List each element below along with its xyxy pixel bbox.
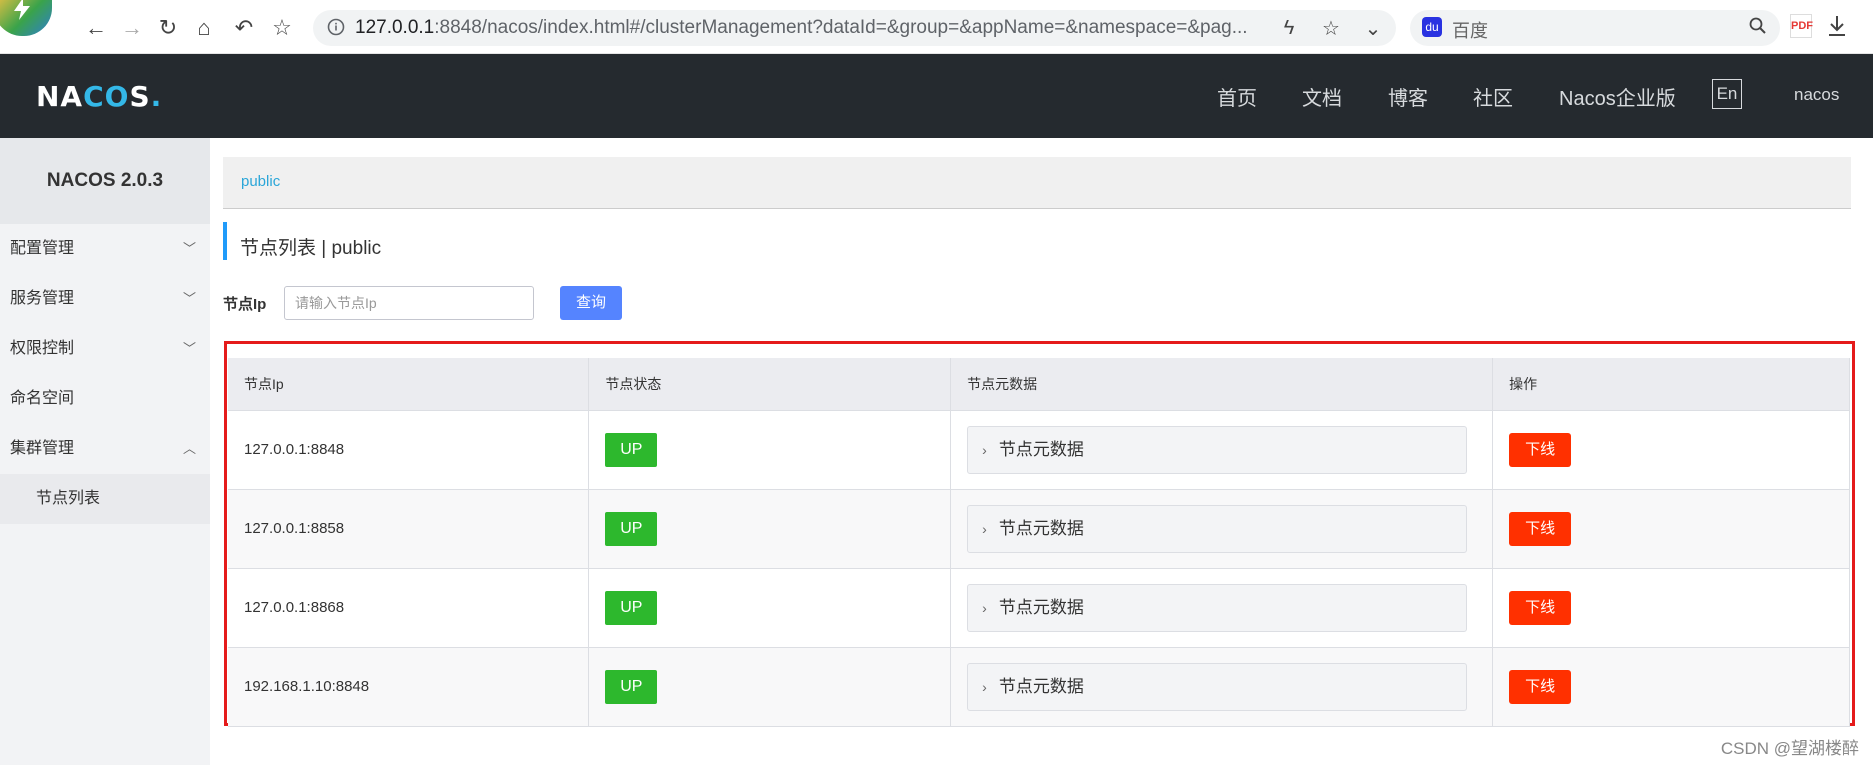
table-row: 127.0.0.1:8848 UP › 节点元数据 下线 [228,410,1850,490]
status-badge: UP [605,511,658,546]
browser-toolbar: ← → ↻ ⌂ ↶ ☆ 127.0.0.1:8848/nacos/index.h… [0,0,1873,54]
reload-icon[interactable]: ↻ [154,14,182,42]
version-label: NACOS 2.0.3 [0,138,210,224]
metadata-expander[interactable]: › 节点元数据 [967,504,1468,553]
filter-label: 节点Ip [223,296,267,313]
info-icon[interactable] [327,18,345,41]
column-header-metadata: 节点元数据 [950,358,1494,411]
chevron-down-icon[interactable]: ⌄ [1360,15,1386,41]
nav-docs[interactable]: 文档 [1302,82,1342,112]
status-badge: UP [605,669,658,704]
table-row: 127.0.0.1:8868 UP › 节点元数据 下线 [228,568,1850,648]
star-icon[interactable]: ☆ [268,14,296,42]
metadata-label: 节点元数据 [998,518,1084,538]
sidebar-item-config[interactable]: 配置管理 ﹀ [0,224,210,274]
lightning-icon[interactable]: ϟ [1276,15,1302,41]
metadata-label: 节点元数据 [998,676,1084,696]
chevron-down-icon: ﹀ [182,241,196,256]
status-badge: UP [605,432,658,467]
sidebar-item-service[interactable]: 服务管理 ﹀ [0,274,210,324]
sidebar-item-label: 命名空间 [10,390,75,407]
chevron-down-icon: ﹀ [182,291,196,306]
forward-icon[interactable]: → [118,14,146,42]
url-text: 127.0.0.1:8848/nacos/index.html#/cluster… [355,17,1248,39]
table-header-row: 节点Ip 节点状态 节点元数据 操作 [228,358,1850,411]
chevron-right-icon: › [982,599,987,616]
app-header: NACOS. 首页 文档 博客 社区 Nacos企业版 En nacos [0,54,1873,138]
nav-home[interactable]: 首页 [1217,82,1257,112]
sidebar-item-node-list[interactable]: 节点列表 [0,474,210,524]
table-row: 192.168.1.10:8848 UP › 节点元数据 下线 [228,647,1850,727]
sidebar-item-label: 集群管理 [10,440,75,457]
pdf-icon[interactable]: PDF [1790,14,1813,38]
metadata-label: 节点元数据 [998,597,1084,617]
table-row: 127.0.0.1:8858 UP › 节点元数据 下线 [228,489,1850,569]
home-icon[interactable]: ⌂ [190,14,218,42]
watermark: CSDN @望湖楼醉 [1720,739,1859,758]
nav-blog[interactable]: 博客 [1388,82,1428,112]
metadata-expander[interactable]: › 节点元数据 [967,583,1468,632]
offline-button[interactable]: 下线 [1509,669,1572,704]
node-ip-cell: 127.0.0.1:8858 [228,489,590,569]
column-header-action: 操作 [1492,358,1850,411]
browser-search-box[interactable]: du 百度 [1410,10,1780,46]
column-header-ip: 节点Ip [228,358,590,411]
browser-logo-icon [0,0,52,36]
sidebar: NACOS 2.0.3 配置管理 ﹀ 服务管理 ﹀ 权限控制 ﹀ 命名空间 集群… [0,138,210,765]
sidebar-item-namespace[interactable]: 命名空间 [0,374,210,424]
sidebar-item-cluster[interactable]: 集群管理 ︿ [0,424,210,474]
address-bar[interactable]: 127.0.0.1:8848/nacos/index.html#/cluster… [313,10,1396,46]
sidebar-item-auth[interactable]: 权限控制 ﹀ [0,324,210,374]
node-ip-cell: 192.168.1.10:8848 [228,647,590,727]
nacos-logo[interactable]: NACOS. [36,80,162,113]
undo-icon[interactable]: ↶ [230,14,258,42]
chevron-down-icon: ﹀ [182,341,196,356]
sidebar-item-label: 配置管理 [10,240,75,257]
nav-enterprise[interactable]: Nacos企业版 [1559,82,1676,112]
status-badge: UP [605,590,658,625]
node-ip-cell: 127.0.0.1:8868 [228,568,590,648]
offline-button[interactable]: 下线 [1509,511,1572,546]
search-icon[interactable] [1748,16,1768,41]
bookmark-star-icon[interactable]: ☆ [1318,15,1344,41]
back-icon[interactable]: ← [82,14,110,42]
metadata-expander[interactable]: › 节点元数据 [967,662,1468,711]
search-placeholder: 百度 [1452,21,1488,41]
url-path: :8848/nacos/index.html#/clusterManagemen… [434,17,1248,38]
url-host: 127.0.0.1 [355,17,435,38]
query-button[interactable]: 查询 [560,286,622,320]
chevron-right-icon: › [982,520,987,537]
title-accent [223,222,227,260]
download-icon[interactable] [1826,14,1848,43]
nav-community[interactable]: 社区 [1473,82,1513,112]
sidebar-item-label: 服务管理 [10,290,75,307]
node-ip-cell: 127.0.0.1:8848 [228,410,590,490]
page-title: 节点列表 | public [240,238,382,259]
namespace-bar: public [223,157,1851,209]
metadata-expander[interactable]: › 节点元数据 [967,425,1468,474]
node-table: 节点Ip 节点状态 节点元数据 操作 127.0.0.1:8848 UP › 节点… [228,358,1850,727]
chevron-up-icon: ︿ [182,441,196,456]
chevron-right-icon: › [982,678,987,695]
chevron-right-icon: › [982,441,987,458]
namespace-public-link[interactable]: public [241,173,280,190]
language-toggle-button[interactable]: En [1712,79,1742,109]
offline-button[interactable]: 下线 [1509,432,1572,467]
metadata-label: 节点元数据 [998,439,1084,459]
column-header-state: 节点状态 [588,358,952,411]
baidu-icon: du [1422,17,1442,37]
offline-button[interactable]: 下线 [1509,590,1572,625]
user-menu[interactable]: nacos [1794,85,1839,105]
node-ip-input[interactable] [284,286,534,320]
sidebar-item-label: 权限控制 [10,340,75,357]
